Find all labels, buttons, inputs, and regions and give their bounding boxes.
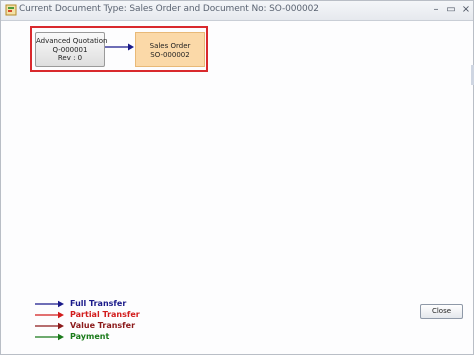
close-button[interactable]: Close: [420, 304, 463, 319]
title-bar: Current Document Type: Sales Order and D…: [1, 1, 473, 21]
node-doc-type: Sales Order: [149, 42, 191, 50]
maximize-button[interactable]: ▭: [444, 2, 458, 18]
legend-label: Payment: [70, 332, 110, 341]
sales-order-node[interactable]: Sales Order SO-000002: [135, 32, 205, 67]
app-icon: [5, 4, 17, 16]
node-doc-revision: Rev : 0: [57, 54, 83, 63]
window-title: Current Document Type: Sales Order and D…: [19, 4, 319, 14]
node-doc-type: Advanced Quotation: [36, 37, 108, 45]
arrow-icon: [35, 333, 64, 341]
node-doc-number: SO-000002: [150, 50, 190, 59]
node-doc-number: Q-000001: [52, 45, 88, 54]
full-transfer-arrow: [105, 43, 134, 51]
advanced-quotation-node[interactable]: Advanced Quotation Q-000001 Rev : 0: [35, 32, 108, 67]
legend-label: Full Transfer: [70, 299, 127, 308]
minimize-button[interactable]: –: [429, 2, 443, 18]
window-close-button[interactable]: ×: [459, 2, 473, 18]
arrow-icon: [35, 300, 64, 308]
arrow-icon: [35, 322, 64, 330]
legend-label: Value Transfer: [70, 321, 136, 330]
document-flow-window: Current Document Type: Sales Order and D…: [0, 0, 474, 355]
legend-label: Partial Transfer: [70, 310, 140, 319]
arrow-icon: [35, 311, 64, 319]
